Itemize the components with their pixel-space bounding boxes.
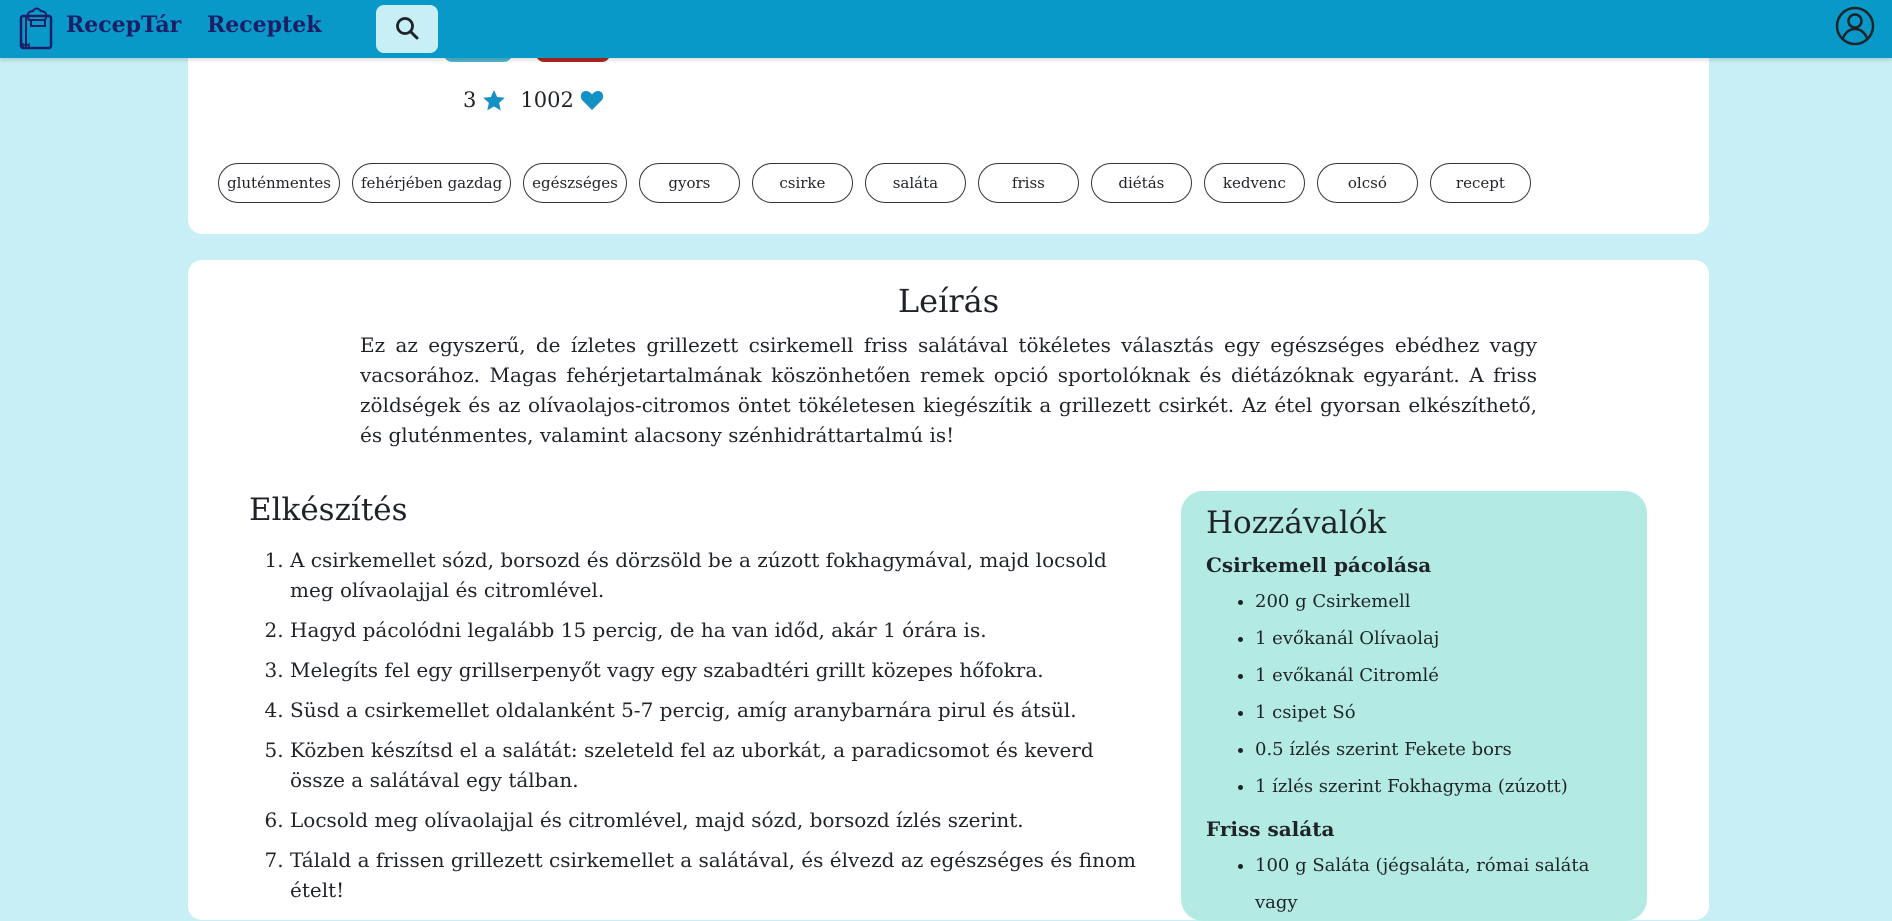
- ingredient-group-title: Friss saláta: [1206, 817, 1335, 841]
- nav-link-receptek[interactable]: Receptek: [207, 12, 321, 38]
- tag-chip[interactable]: fehérjében gazdag: [352, 163, 512, 203]
- rating-value: 3: [463, 88, 477, 112]
- ingredient-item: 200 g Csirkemell: [1255, 583, 1622, 620]
- tag-chip[interactable]: gluténmentes: [218, 163, 340, 203]
- preparation-title: Elkészítés: [249, 492, 408, 528]
- preparation-step: A csirkemellet sózd, borsozd és dörzsöld…: [290, 545, 1150, 605]
- tag-chip[interactable]: egészséges: [523, 163, 627, 203]
- tag-list: gluténmentes fehérjében gazdag egészsége…: [218, 163, 1543, 203]
- search-icon: [394, 15, 420, 44]
- ingredient-item: 100 g Saláta (jégsaláta, római saláta va…: [1255, 847, 1622, 921]
- preparation-step: Süsd a csirkemellet oldalanként 5-7 perc…: [290, 695, 1150, 725]
- ingredient-item: 0.5 ízlés szerint Fekete bors: [1255, 731, 1622, 768]
- heart-icon[interactable]: [580, 89, 604, 111]
- ingredient-item: 1 evőkanál Olívaolaj: [1255, 620, 1622, 657]
- top-navbar: RecepTár Receptek: [0, 0, 1892, 58]
- user-profile-icon: [1835, 6, 1875, 50]
- ingredient-group-title: Csirkemell pácolása: [1206, 553, 1432, 577]
- ingredients-panel: Hozzávalók Csirkemell pácolása 200 g Csi…: [1181, 491, 1647, 921]
- preparation-step: Locsold meg olívaolajjal és citromlével,…: [290, 805, 1150, 835]
- ingredient-list: 100 g Saláta (jégsaláta, római saláta va…: [1206, 847, 1622, 921]
- tag-chip[interactable]: diétás: [1090, 163, 1192, 203]
- ingredient-item: 1 csipet Só: [1255, 694, 1622, 731]
- tag-chip[interactable]: saláta: [864, 163, 966, 203]
- ingredients-title: Hozzávalók: [1206, 505, 1387, 541]
- preparation-step: Közben készítsd el a salátát: szeleteld …: [290, 735, 1150, 795]
- tag-chip[interactable]: recept: [1429, 163, 1531, 203]
- brand-link[interactable]: RecepTár: [66, 12, 181, 38]
- recipe-stats: 3 1002: [463, 88, 618, 112]
- preparation-step: Hagyd pácolódni legalább 15 percig, de h…: [290, 615, 1150, 645]
- ingredient-list: 200 g Csirkemell 1 evőkanál Olívaolaj 1 …: [1206, 583, 1622, 805]
- preparation-step: Melegíts fel egy grillserpenyőt vagy egy…: [290, 655, 1150, 685]
- ingredient-item: 1 evőkanál Citromlé: [1255, 657, 1622, 694]
- tag-chip[interactable]: kedvenc: [1203, 163, 1305, 203]
- tag-chip[interactable]: olcsó: [1316, 163, 1418, 203]
- chef-book-logo-icon[interactable]: [17, 6, 57, 50]
- likes-value: 1002: [520, 88, 574, 112]
- description-text: Ez az egyszerű, de ízletes grillezett cs…: [360, 333, 1537, 447]
- ingredient-item: 1 ízlés szerint Fokhagyma (zúzott): [1255, 768, 1622, 805]
- tag-chip[interactable]: friss: [977, 163, 1079, 203]
- preparation-steps: A csirkemellet sózd, borsozd és dörzsöld…: [250, 545, 1150, 915]
- search-button[interactable]: [376, 5, 438, 53]
- profile-button[interactable]: [1834, 6, 1876, 50]
- star-icon: [482, 89, 506, 112]
- tag-chip[interactable]: csirke: [751, 163, 853, 203]
- description-title: Leírás: [897, 282, 1000, 320]
- recipe-header-card: [188, 30, 1709, 234]
- tag-chip[interactable]: gyors: [638, 163, 740, 203]
- preparation-step: Tálald a frissen grillezett csirkemellet…: [290, 845, 1150, 905]
